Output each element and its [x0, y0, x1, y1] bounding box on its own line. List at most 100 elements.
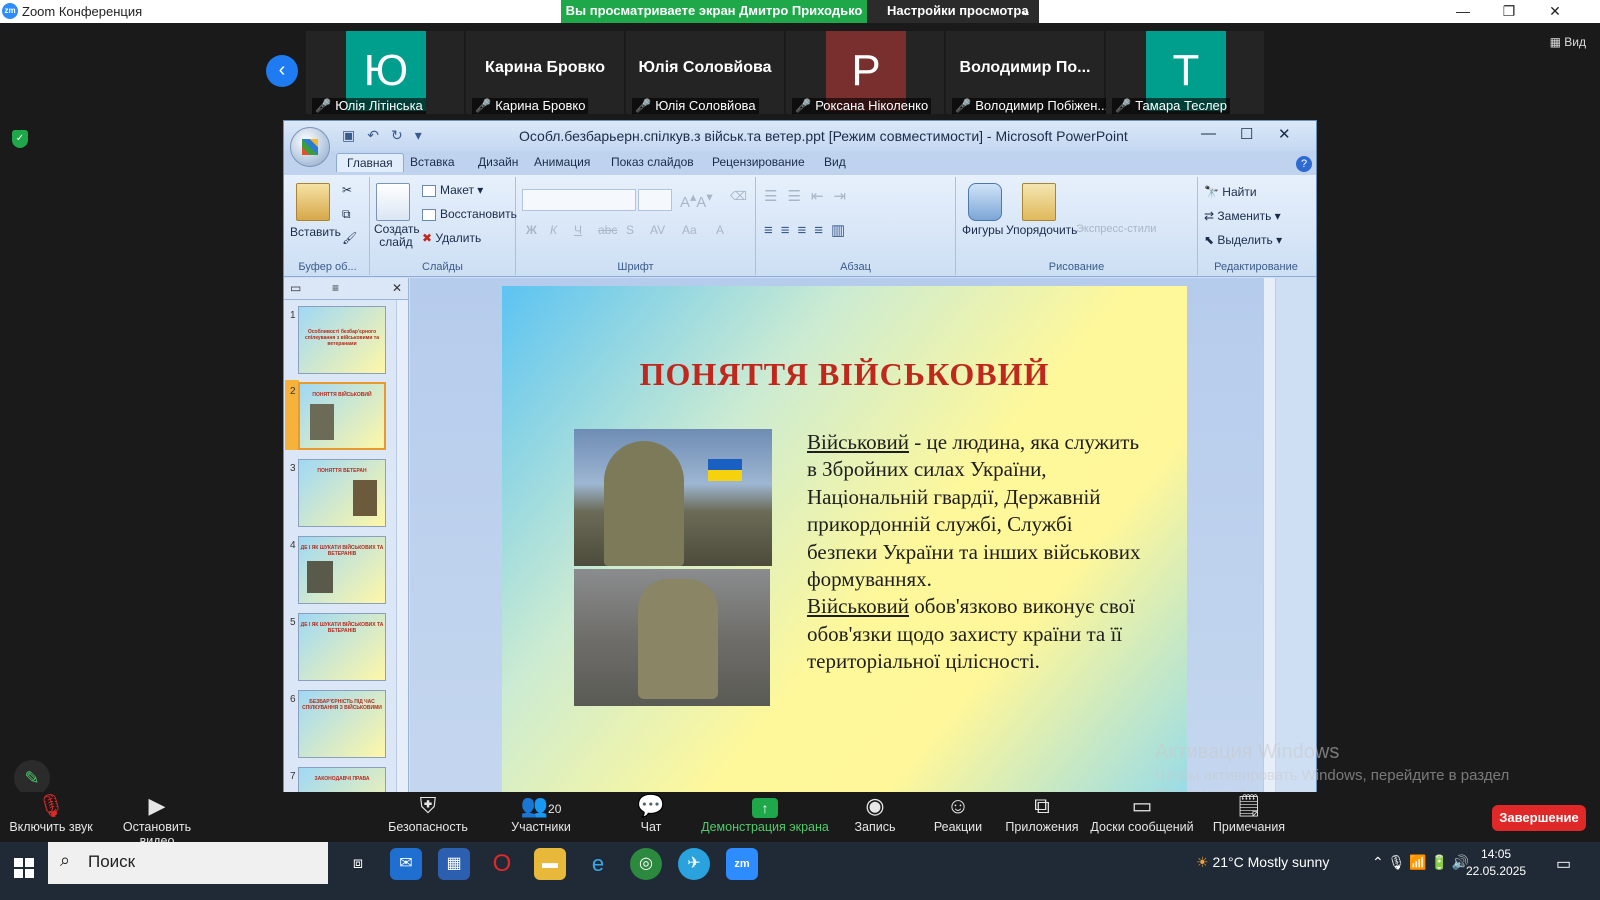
- participant-tile[interactable]: Володимир По... 🎤 Володимир Побіжен...: [946, 31, 1112, 114]
- format-painter-icon[interactable]: 🖌: [342, 231, 357, 245]
- restore-button[interactable]: ❐: [1486, 0, 1532, 23]
- tray-icons[interactable]: ⌃ 🎙 📶 🔋 🔊: [1372, 854, 1469, 871]
- select-button[interactable]: ⬉ Выделить ▾: [1204, 233, 1282, 247]
- arrange-button[interactable]: Упорядочить: [1006, 223, 1077, 237]
- minimize-button[interactable]: —: [1440, 0, 1486, 23]
- list-buttons[interactable]: ☰☰⇤⇥: [764, 187, 856, 205]
- new-slide-icon[interactable]: [376, 183, 410, 221]
- slide-scrollbar[interactable]: [1263, 278, 1275, 807]
- unmute-button[interactable]: 🎙 Включить звук: [8, 792, 94, 834]
- find-button[interactable]: 🔭 Найти: [1204, 185, 1257, 199]
- ppt-close-button[interactable]: ✕: [1278, 125, 1291, 143]
- gallery-back-button[interactable]: ‹: [266, 55, 298, 87]
- slides-tab[interactable]: ▭: [290, 281, 301, 295]
- reactions-button[interactable]: ☺ Реакции: [930, 792, 986, 834]
- arrange-icon[interactable]: [1022, 183, 1056, 221]
- char-spacing-button[interactable]: AV: [650, 223, 665, 237]
- slide-thumbnail[interactable]: ПОНЯТТЯ ВЕТЕРАН: [298, 459, 386, 527]
- notification-icon[interactable]: ▭: [1556, 854, 1571, 874]
- new-slide-button[interactable]: Создать слайд: [374, 223, 420, 249]
- grow-font-icon[interactable]: A▴A▾: [680, 189, 713, 211]
- notes-button[interactable]: 🗒 Примечания: [1210, 792, 1288, 834]
- participant-tile[interactable]: Р 🎤 Роксана Ніколенко: [786, 31, 944, 114]
- font-name-field[interactable]: [522, 189, 636, 211]
- mail-icon[interactable]: ✉: [390, 848, 422, 880]
- record-button[interactable]: ◉ Запись: [850, 792, 900, 834]
- participant-tile[interactable]: Т 🎤 Тамара Теслер: [1106, 31, 1264, 114]
- tab-view[interactable]: Вид: [824, 155, 846, 169]
- security-button[interactable]: ⛨ Безопасность: [386, 792, 470, 834]
- ppt-maximize-button[interactable]: ☐: [1240, 125, 1253, 143]
- quick-styles-button[interactable]: Экспресс-стили: [1076, 223, 1156, 235]
- italic-button[interactable]: К: [550, 223, 557, 237]
- outline-tab[interactable]: ≡: [332, 281, 339, 295]
- encryption-shield-icon[interactable]: ✓: [12, 130, 28, 148]
- font-size-field[interactable]: [638, 189, 672, 211]
- clear-format-icon[interactable]: ⌫: [730, 189, 747, 203]
- change-case-button[interactable]: Aa: [682, 223, 697, 237]
- current-slide[interactable]: ПОНЯТТЯ ВІЙСЬКОВИЙ Військовий - це людин…: [502, 286, 1187, 807]
- layout-button[interactable]: Макет ▾: [422, 183, 483, 197]
- edge-icon[interactable]: e: [582, 848, 614, 880]
- slide-thumbnail[interactable]: Особливості безбар'єрного спілкування з …: [298, 306, 386, 374]
- paste-icon[interactable]: [296, 183, 330, 221]
- view-button[interactable]: ▦ Вид: [1550, 35, 1586, 49]
- chat-button[interactable]: 💬 Чат: [626, 792, 676, 834]
- video-camera-icon: ▶: [148, 793, 166, 818]
- cut-icon[interactable]: ✂: [342, 183, 352, 197]
- replace-icon: ⇄: [1204, 209, 1218, 223]
- slide-thumbnail[interactable]: ДЕ І ЯК ШУКАТИ ВІЙСЬКОВИХ ТА ВЕТЕРАНІВ: [298, 536, 386, 604]
- participant-tile[interactable]: Ю 🎤 Юлія Літінська: [306, 31, 464, 114]
- weather-widget[interactable]: ☀ 21°C Mostly sunny: [1196, 854, 1329, 871]
- close-button[interactable]: ✕: [1532, 0, 1578, 23]
- underline-button[interactable]: Ч: [574, 223, 582, 237]
- tab-home[interactable]: Главная: [336, 153, 404, 172]
- taskbar-search-box[interactable]: ⌕ Поиск: [48, 842, 328, 884]
- annotate-pen-icon[interactable]: ✎: [14, 760, 50, 796]
- zoom-taskbar-icon[interactable]: zm: [726, 848, 758, 880]
- file-explorer-icon[interactable]: ▬: [534, 848, 566, 880]
- opera-icon[interactable]: O: [486, 848, 518, 880]
- close-panel-icon[interactable]: ✕: [392, 281, 402, 295]
- participant-tile[interactable]: Карина Бровко 🎤 Карина Бровко: [466, 31, 624, 114]
- delete-slide-button[interactable]: ✖ Удалить: [422, 231, 481, 245]
- chrome-icon[interactable]: ◎: [630, 848, 662, 880]
- windows-start-icon[interactable]: [14, 858, 34, 878]
- tab-insert[interactable]: Вставка: [410, 155, 455, 169]
- shadow-button[interactable]: S: [626, 223, 634, 237]
- participant-tile[interactable]: Юлія Соловйова 🎤 Юлія Соловйова: [626, 31, 784, 114]
- whiteboards-button[interactable]: ▭ Доски сообщений: [1090, 792, 1194, 834]
- tab-slideshow[interactable]: Показ слайдов: [611, 155, 694, 169]
- ppt-minimize-button[interactable]: —: [1201, 125, 1216, 142]
- store-icon[interactable]: ▦: [438, 848, 470, 880]
- copy-icon[interactable]: ⧉: [342, 207, 351, 222]
- quick-access-toolbar[interactable]: ▣↶↻▾: [342, 127, 434, 144]
- tab-animation[interactable]: Анимация: [534, 155, 590, 169]
- paste-button[interactable]: Вставить: [290, 225, 341, 239]
- slide-thumbnail-selected[interactable]: ПОНЯТТЯ ВІЙСЬКОВИЙ: [298, 382, 386, 450]
- view-options-button[interactable]: Настройки просмотра ⌄: [867, 0, 1039, 23]
- align-buttons[interactable]: ≡≡≡≡▥: [764, 221, 853, 239]
- task-view-icon[interactable]: ⧈: [342, 848, 374, 880]
- slide-thumbnail[interactable]: БЕЗБАР'ЄРНІСТЬ ПІД ЧАС СПІЛКУВАННЯ З ВІЙ…: [298, 690, 386, 758]
- replace-button[interactable]: ⇄ Заменить ▾: [1204, 209, 1281, 223]
- share-screen-button[interactable]: ↑ Демонстрация экрана: [700, 792, 830, 834]
- tab-design[interactable]: Дизайн: [478, 155, 518, 169]
- tab-review[interactable]: Рецензирование: [712, 155, 805, 169]
- font-color-button[interactable]: A: [716, 223, 724, 237]
- strikethrough-button[interactable]: abc: [598, 223, 617, 237]
- help-icon[interactable]: ?: [1296, 156, 1312, 172]
- shapes-icon[interactable]: [968, 183, 1002, 221]
- bold-button[interactable]: Ж: [526, 223, 537, 237]
- stop-video-button[interactable]: ▶ Остановить видео: [106, 792, 208, 848]
- telegram-icon[interactable]: ✈: [678, 848, 710, 880]
- end-button[interactable]: Завершение: [1492, 805, 1586, 831]
- slides-panel-scrollbar[interactable]: [396, 300, 408, 807]
- office-button[interactable]: [290, 127, 330, 167]
- apps-button[interactable]: ⧉ Приложения: [1000, 792, 1084, 834]
- shapes-button[interactable]: Фигуры: [962, 223, 1003, 237]
- taskbar-clock[interactable]: 14:05 22.05.2025: [1466, 846, 1526, 880]
- reset-button[interactable]: Восстановить: [422, 207, 517, 221]
- slide-thumbnail[interactable]: ДЕ І ЯК ШУКАТИ ВІЙСЬКОВИХ ТА ВЕТЕРАНІВ: [298, 613, 386, 681]
- participants-button[interactable]: 👥20 Участники: [506, 792, 576, 834]
